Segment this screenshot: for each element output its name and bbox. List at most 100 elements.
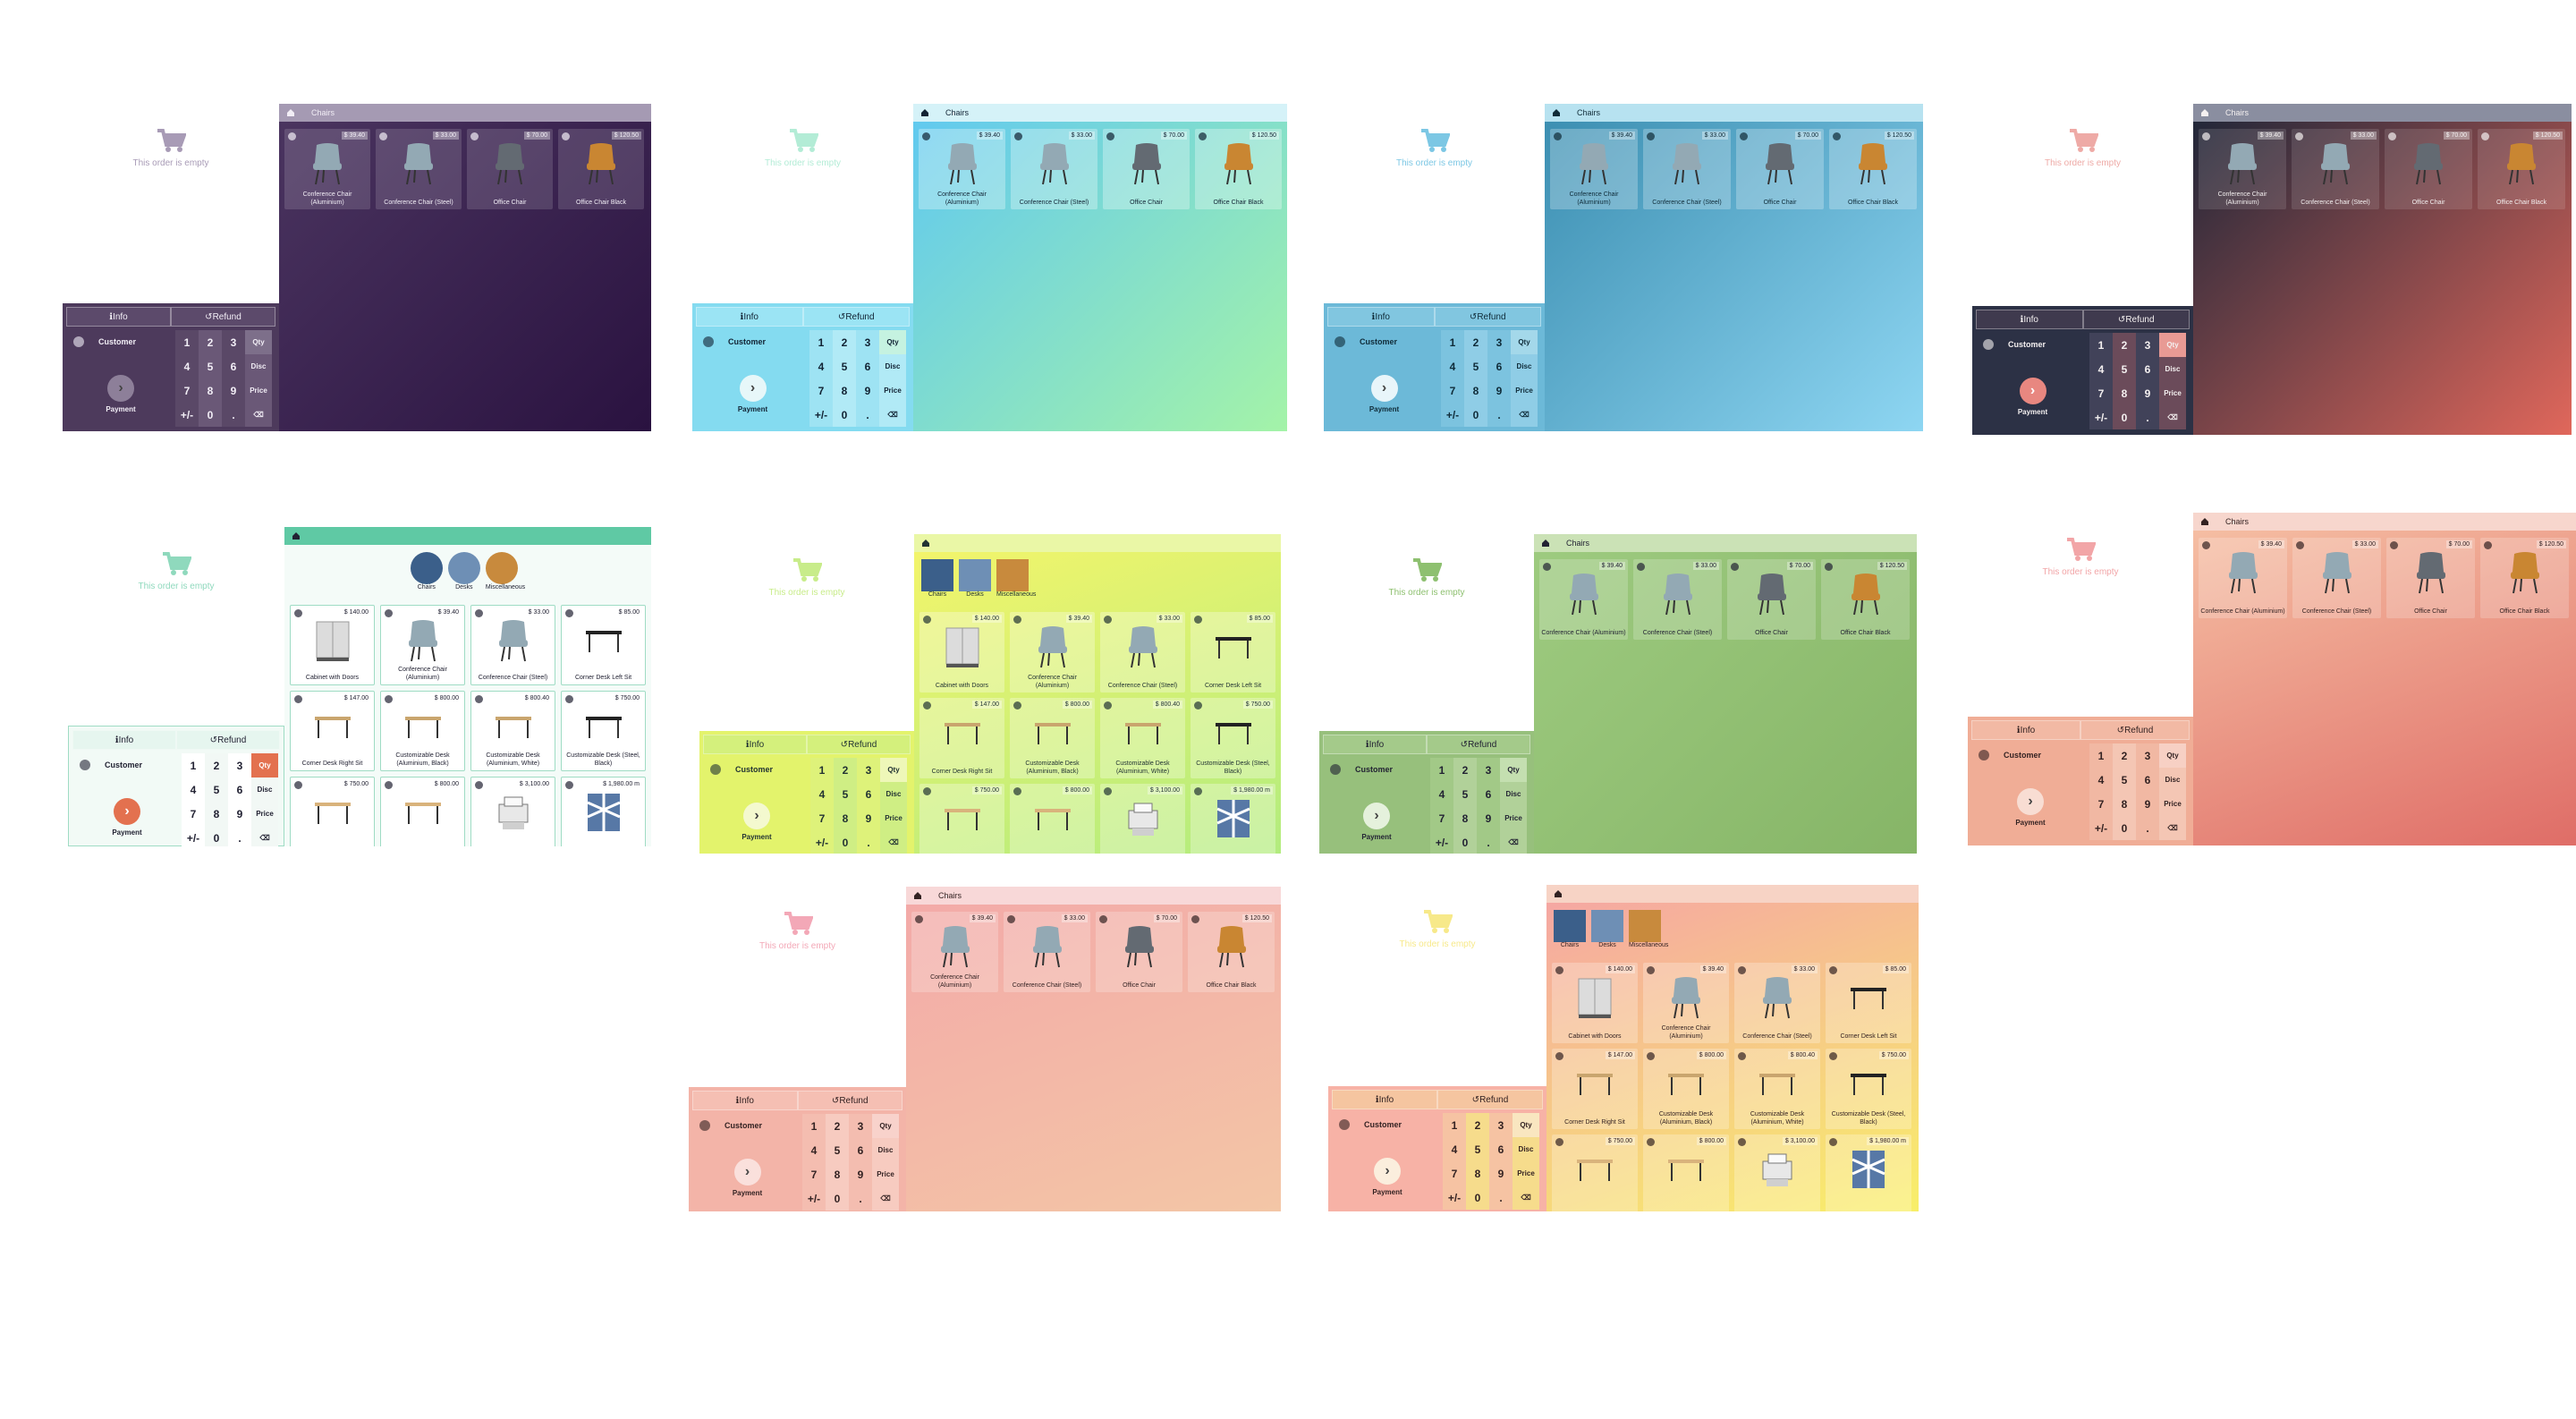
- numpad-key[interactable]: 2: [1453, 758, 1477, 782]
- numpad-key[interactable]: +/-: [1430, 830, 1453, 854]
- numpad-key[interactable]: 6: [856, 354, 879, 378]
- numpad-mode-1[interactable]: Qty: [2159, 333, 2186, 357]
- info-icon[interactable]: [2202, 132, 2210, 140]
- home-button[interactable]: [920, 108, 929, 117]
- numpad-key[interactable]: 7: [182, 802, 205, 826]
- info-button[interactable]: ℹ Info: [696, 307, 803, 327]
- product-card[interactable]: $ 120.50 Office Chair Black: [1829, 129, 1917, 209]
- product-card[interactable]: $ 85.00 Corner Desk Left Sit: [1826, 963, 1911, 1043]
- numpad-mode-4[interactable]: ⌫: [879, 403, 906, 427]
- numpad-key[interactable]: 8: [834, 806, 857, 830]
- product-card[interactable]: $ 750.00: [1552, 1134, 1638, 1211]
- info-icon[interactable]: [1007, 915, 1015, 923]
- info-icon[interactable]: [1013, 787, 1021, 795]
- info-icon[interactable]: [294, 781, 302, 789]
- numpad-key[interactable]: 6: [2136, 357, 2159, 381]
- info-icon[interactable]: [2202, 541, 2210, 549]
- numpad-key[interactable]: .: [856, 403, 879, 427]
- numpad-mode-3[interactable]: Price: [1511, 378, 1538, 403]
- numpad-key[interactable]: 0: [1466, 1185, 1489, 1210]
- numpad-mode-1[interactable]: Qty: [872, 1114, 899, 1138]
- info-icon[interactable]: [922, 132, 930, 140]
- customer-button[interactable]: Customer: [1976, 333, 2089, 356]
- info-icon[interactable]: [1191, 915, 1199, 923]
- numpad-key[interactable]: 7: [2089, 381, 2113, 405]
- numpad-key[interactable]: 4: [1441, 354, 1464, 378]
- payment-button[interactable]: › Payment: [1327, 375, 1441, 413]
- info-icon[interactable]: [915, 915, 923, 923]
- numpad-mode-4[interactable]: ⌫: [1500, 830, 1527, 854]
- numpad-key[interactable]: +/-: [809, 403, 833, 427]
- numpad-key[interactable]: 0: [2113, 405, 2136, 429]
- payment-button[interactable]: › Payment: [66, 375, 175, 413]
- breadcrumb-chairs[interactable]: Chairs: [1577, 108, 1600, 117]
- numpad-key[interactable]: 5: [833, 354, 856, 378]
- numpad-key[interactable]: 9: [2136, 381, 2159, 405]
- numpad-key[interactable]: 7: [1430, 806, 1453, 830]
- numpad-key[interactable]: 8: [2113, 381, 2136, 405]
- product-card[interactable]: $ 33.00 Conference Chair (Steel): [2292, 129, 2379, 209]
- numpad-key[interactable]: 7: [2089, 792, 2113, 816]
- info-icon[interactable]: [1555, 1138, 1563, 1146]
- info-icon[interactable]: [1104, 616, 1112, 624]
- info-icon[interactable]: [2390, 541, 2398, 549]
- info-icon[interactable]: [294, 695, 302, 703]
- numpad-key[interactable]: 4: [2089, 768, 2113, 792]
- product-card[interactable]: $ 70.00 Office Chair: [1096, 912, 1182, 992]
- info-icon[interactable]: [475, 781, 483, 789]
- info-button[interactable]: ℹ Info: [1971, 720, 2080, 740]
- info-icon[interactable]: [1647, 1052, 1655, 1060]
- numpad-key[interactable]: 8: [1453, 806, 1477, 830]
- numpad-key[interactable]: 5: [834, 782, 857, 806]
- numpad-mode-2[interactable]: Disc: [1500, 782, 1527, 806]
- numpad-key[interactable]: .: [857, 830, 880, 854]
- numpad-key[interactable]: 3: [2136, 743, 2159, 768]
- numpad-mode-4[interactable]: ⌫: [251, 826, 278, 846]
- numpad-key[interactable]: 9: [856, 378, 879, 403]
- numpad-mode-2[interactable]: Disc: [1511, 354, 1538, 378]
- category-1[interactable]: Chairs: [1554, 910, 1586, 948]
- product-card[interactable]: $ 3,100.00: [1734, 1134, 1820, 1211]
- product-card[interactable]: $ 70.00 Office Chair: [1727, 559, 1816, 640]
- numpad-key[interactable]: 0: [205, 826, 228, 846]
- numpad-key[interactable]: 8: [833, 378, 856, 403]
- product-card[interactable]: $ 120.50 Office Chair Black: [2478, 129, 2565, 209]
- numpad-key[interactable]: 2: [1466, 1113, 1489, 1137]
- product-card[interactable]: $ 147.00 Corner Desk Right Sit: [919, 698, 1004, 778]
- numpad-key[interactable]: .: [849, 1186, 872, 1211]
- numpad-key[interactable]: 6: [849, 1138, 872, 1162]
- breadcrumb-chairs[interactable]: Chairs: [945, 108, 969, 117]
- customer-button[interactable]: Customer: [1332, 1113, 1443, 1136]
- numpad-key[interactable]: 0: [199, 403, 222, 427]
- product-card[interactable]: $ 70.00 Office Chair: [1736, 129, 1824, 209]
- numpad-key[interactable]: 4: [182, 777, 205, 802]
- numpad-mode-4[interactable]: ⌫: [245, 403, 272, 427]
- numpad-mode-4[interactable]: ⌫: [880, 830, 907, 854]
- numpad-key[interactable]: .: [1477, 830, 1500, 854]
- customer-button[interactable]: Customer: [72, 753, 182, 777]
- info-icon[interactable]: [1554, 132, 1562, 140]
- numpad-key[interactable]: 3: [2136, 333, 2159, 357]
- numpad-mode-4[interactable]: ⌫: [872, 1186, 899, 1211]
- numpad-key[interactable]: .: [1487, 403, 1511, 427]
- numpad-key[interactable]: 8: [205, 802, 228, 826]
- numpad-key[interactable]: 7: [809, 378, 833, 403]
- info-icon[interactable]: [1829, 1052, 1837, 1060]
- numpad-mode-3[interactable]: Price: [872, 1162, 899, 1186]
- product-card[interactable]: $ 800.00: [380, 777, 465, 846]
- info-icon[interactable]: [923, 787, 931, 795]
- numpad-key[interactable]: 6: [1477, 782, 1500, 806]
- product-card[interactable]: $ 39.40 Conference Chair (Aluminium): [1550, 129, 1638, 209]
- numpad-mode-2[interactable]: Disc: [1513, 1137, 1539, 1161]
- product-card[interactable]: $ 750.00: [919, 784, 1004, 854]
- category-3[interactable]: Miscellaneous: [485, 552, 525, 591]
- numpad-key[interactable]: 2: [1464, 330, 1487, 354]
- product-card[interactable]: $ 1,980.00 m: [1826, 1134, 1911, 1211]
- payment-button[interactable]: › Payment: [696, 375, 809, 413]
- numpad-key[interactable]: 0: [826, 1186, 849, 1211]
- numpad-key[interactable]: 0: [2113, 816, 2136, 840]
- numpad-mode-1[interactable]: Qty: [1511, 330, 1538, 354]
- numpad-key[interactable]: 1: [810, 758, 834, 782]
- info-icon[interactable]: [565, 609, 573, 617]
- info-button[interactable]: ℹ Info: [703, 735, 807, 754]
